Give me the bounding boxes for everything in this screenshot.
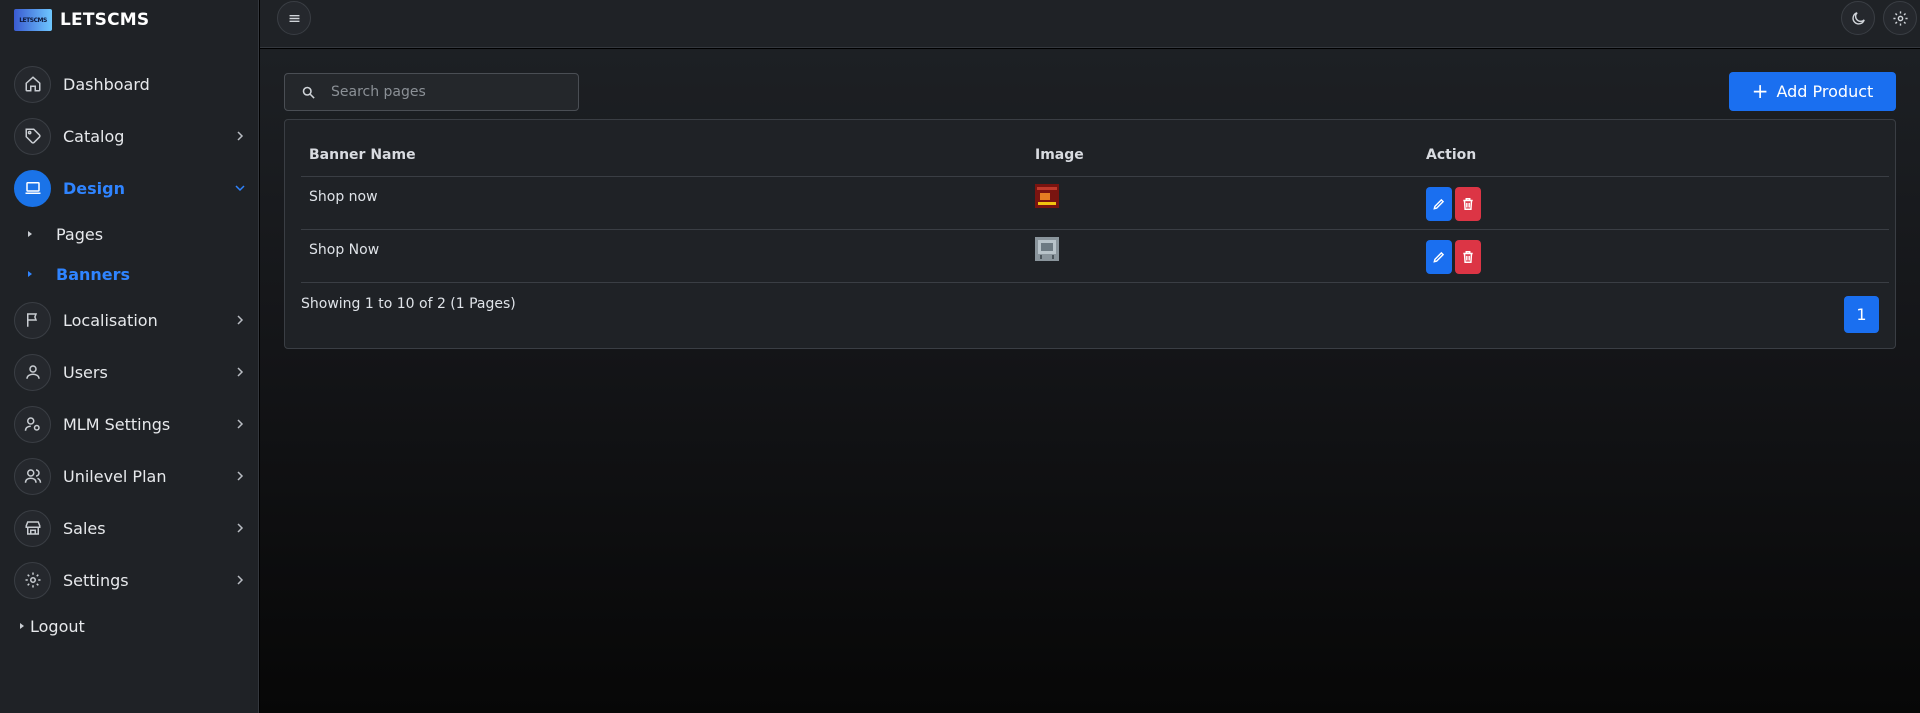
- column-header-action: Action: [1418, 134, 1889, 177]
- delete-button[interactable]: [1455, 239, 1481, 274]
- sidebar-item-label: Dashboard: [63, 74, 150, 94]
- banner-name-cell: Shop now: [301, 176, 1027, 230]
- table-row: Shop Now: [301, 229, 1889, 283]
- chevron-right-icon: [237, 471, 244, 481]
- sidebar-item-label: Unilevel Plan: [63, 466, 167, 486]
- brand-logo: LETSCMS: [14, 9, 52, 31]
- sidebar-item-label: Catalog: [63, 126, 125, 146]
- banner-name-cell: Shop Now: [301, 229, 1027, 283]
- sidebar-item-sales[interactable]: Sales: [0, 502, 258, 554]
- sidebar-item-unilevel-plan[interactable]: Unilevel Plan: [0, 450, 258, 502]
- trash-icon: [1463, 197, 1473, 210]
- main-content: + Add Product Banner Name Image Action S…: [260, 49, 1920, 713]
- sidebar-nav: Dashboard Catalog Design Pages Banners L…: [0, 58, 258, 606]
- chevron-right-icon: [237, 131, 244, 141]
- sidebar-item-catalog[interactable]: Catalog: [0, 110, 258, 162]
- chevron-down-icon: [235, 185, 245, 192]
- trash-icon: [1463, 250, 1473, 263]
- sidebar-item-label: Sales: [63, 518, 106, 538]
- user-gear-icon: [14, 405, 51, 443]
- hamburger-icon: [289, 14, 299, 22]
- pencil-icon: [1433, 198, 1445, 210]
- sidebar-subitem-pages[interactable]: Pages: [0, 214, 258, 254]
- sidebar-item-label: MLM Settings: [63, 414, 171, 434]
- edit-button[interactable]: [1426, 239, 1452, 274]
- delete-button[interactable]: [1455, 186, 1481, 221]
- sidebar-item-users[interactable]: Users: [0, 346, 258, 398]
- chevron-right-icon: [237, 523, 244, 533]
- sidebar-subitem-banners[interactable]: Banners: [0, 254, 258, 294]
- chevron-right-icon: [237, 419, 244, 429]
- column-header-image: Image: [1027, 134, 1418, 177]
- home-icon: [14, 65, 51, 103]
- users-icon: [14, 457, 51, 495]
- banners-card: Banner Name Image Action Shop now Shop N…: [284, 119, 1896, 349]
- bullet-icon: [28, 271, 32, 277]
- flag-icon: [14, 301, 51, 339]
- sidebar-item-label: Users: [63, 362, 108, 382]
- add-product-label: Add Product: [1776, 82, 1874, 101]
- pencil-icon: [1433, 251, 1445, 263]
- logout-link[interactable]: Logout: [0, 606, 258, 646]
- action-cell: [1418, 176, 1889, 230]
- sidebar-item-label: Settings: [63, 570, 129, 590]
- pagination-summary: Showing 1 to 10 of 2 (1 Pages): [301, 296, 516, 312]
- menu-toggle-button[interactable]: [277, 1, 311, 35]
- pagination-page-button[interactable]: 1: [1844, 296, 1879, 333]
- sidebar-item-label: Localisation: [63, 310, 158, 330]
- table-row: Shop now: [301, 176, 1889, 230]
- search-input[interactable]: [331, 84, 561, 100]
- design-subnav: Pages Banners: [0, 214, 258, 294]
- sidebar-subitem-label: Pages: [56, 224, 104, 244]
- brand-name: LETSCMS: [60, 10, 150, 30]
- plus-icon: +: [1751, 78, 1769, 103]
- moon-icon: [1851, 11, 1865, 25]
- table-header-row: Banner Name Image Action: [301, 134, 1889, 177]
- topbar: [260, 0, 1920, 48]
- sidebar-item-label: Design: [63, 178, 125, 198]
- sidebar: LETSCMS LETSCMS Dashboard Catalog Design: [0, 0, 259, 713]
- theme-toggle-button[interactable]: [1841, 1, 1875, 35]
- banner-image-cell: [1027, 229, 1418, 283]
- sidebar-item-dashboard[interactable]: Dashboard: [0, 58, 258, 110]
- add-product-button[interactable]: + Add Product: [1729, 72, 1896, 111]
- chevron-right-icon: [237, 575, 244, 585]
- edit-button[interactable]: [1426, 186, 1452, 221]
- bullet-icon: [20, 623, 24, 629]
- gear-icon: [1892, 10, 1908, 26]
- sidebar-item-design[interactable]: Design: [0, 162, 258, 214]
- chevron-right-icon: [237, 315, 244, 325]
- column-header-banner-name: Banner Name: [301, 134, 1027, 177]
- bullet-icon: [28, 231, 32, 237]
- settings-button[interactable]: [1883, 1, 1917, 35]
- logout-label: Logout: [30, 616, 85, 636]
- sidebar-item-localisation[interactable]: Localisation: [0, 294, 258, 346]
- search-icon: [302, 86, 315, 99]
- sidebar-item-mlm-settings[interactable]: MLM Settings: [0, 398, 258, 450]
- banners-table: Banner Name Image Action Shop now Shop N…: [301, 134, 1889, 283]
- banner-image-cell: [1027, 176, 1418, 230]
- sidebar-subitem-label: Banners: [56, 264, 131, 284]
- action-cell: [1418, 229, 1889, 283]
- monitor-icon: [14, 169, 51, 207]
- user-icon: [14, 353, 51, 391]
- brand[interactable]: LETSCMS LETSCMS: [0, 0, 258, 40]
- search-box[interactable]: [284, 73, 579, 111]
- gear-icon: [14, 561, 51, 599]
- sidebar-item-settings[interactable]: Settings: [0, 554, 258, 606]
- banner-thumbnail[interactable]: [1035, 183, 1059, 208]
- store-icon: [14, 509, 51, 547]
- tag-icon: [14, 117, 51, 155]
- banner-thumbnail[interactable]: [1035, 236, 1059, 261]
- chevron-right-icon: [237, 367, 244, 377]
